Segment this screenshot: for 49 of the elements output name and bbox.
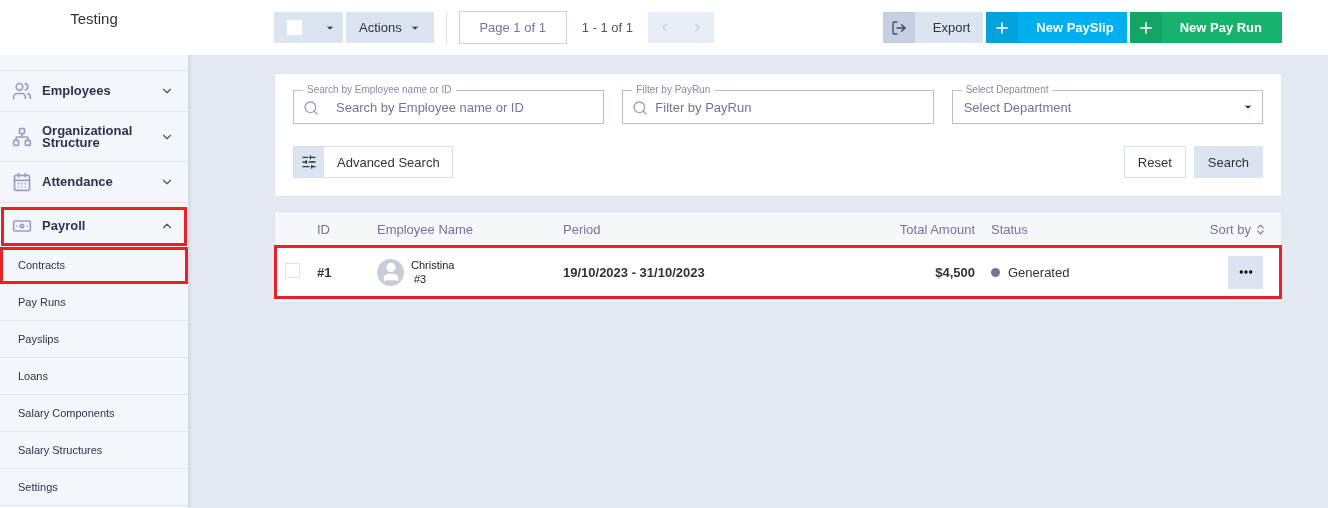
sort-button[interactable]: Sort by	[1171, 221, 1281, 237]
status-text: Generated	[1008, 264, 1070, 280]
export-icon	[890, 19, 907, 36]
submenu-item[interactable]: Salary Structures	[0, 432, 188, 469]
export-button[interactable]: Export	[882, 12, 984, 43]
column-header: Employee Name	[377, 221, 475, 237]
table-cell-text: 19/10/2023 - 31/10/2023	[563, 264, 706, 280]
column-header: ID	[317, 221, 331, 237]
page-indicator: Page 1 of 1	[458, 11, 567, 44]
avatar-icon	[377, 258, 404, 286]
submenu-item[interactable]: Loans	[0, 358, 188, 395]
sidebar-item[interactable]: Attendance	[0, 162, 188, 203]
select-all-dropdown[interactable]	[274, 12, 343, 43]
table-cell-text: #1	[317, 264, 333, 280]
search-button[interactable]: Search	[1193, 146, 1263, 178]
submenu-item[interactable]: Contracts	[0, 247, 188, 284]
submenu-item[interactable]: Payslips	[0, 321, 188, 358]
sort-icon	[1254, 222, 1267, 236]
people-icon	[12, 81, 32, 101]
actions-button[interactable]: Actions	[346, 12, 434, 43]
org-chart-icon	[12, 126, 32, 147]
sidebar-item[interactable]: Payroll	[0, 206, 188, 247]
caret-icon	[1243, 102, 1253, 112]
field-label: Select Department	[961, 84, 1053, 95]
reset-button[interactable]: Reset	[1123, 146, 1186, 178]
employee-name: Christina	[411, 259, 455, 271]
search-icon	[632, 100, 649, 116]
result-range: 1 - 1 of 1	[581, 20, 633, 35]
table-cell-text: $4,500	[934, 264, 976, 280]
field-label: Filter by PayRun	[632, 84, 715, 95]
sliders-icon	[301, 154, 317, 170]
submenu-item[interactable]: Pay Runs	[0, 284, 188, 321]
table-row[interactable]: #1 Christina #3 19/10/2023 - 31/10/2023 $4,500 Generated	[275, 246, 1281, 298]
sidebar-item[interactable]: Organizational Structure	[0, 112, 188, 162]
field-label: Search by Employee name or ID	[303, 84, 456, 95]
more-button[interactable]	[1228, 255, 1263, 289]
search-icon	[303, 100, 319, 116]
checkbox[interactable]	[287, 20, 302, 35]
column-header: Status	[991, 221, 1029, 237]
sidebar-item[interactable]: Employees	[0, 71, 188, 112]
submenu-item[interactable]: Settings	[0, 469, 188, 506]
company-name: Testing	[70, 10, 118, 29]
column-header: Period	[563, 221, 602, 237]
submenu-item[interactable]: Salary Components	[0, 395, 188, 432]
calendar-icon	[12, 172, 32, 192]
advanced-search-button[interactable]: Advanced Search	[293, 146, 453, 178]
employee-code: #3	[413, 273, 428, 285]
column-header: Total Amount	[898, 221, 976, 237]
row-checkbox[interactable]	[285, 263, 300, 278]
